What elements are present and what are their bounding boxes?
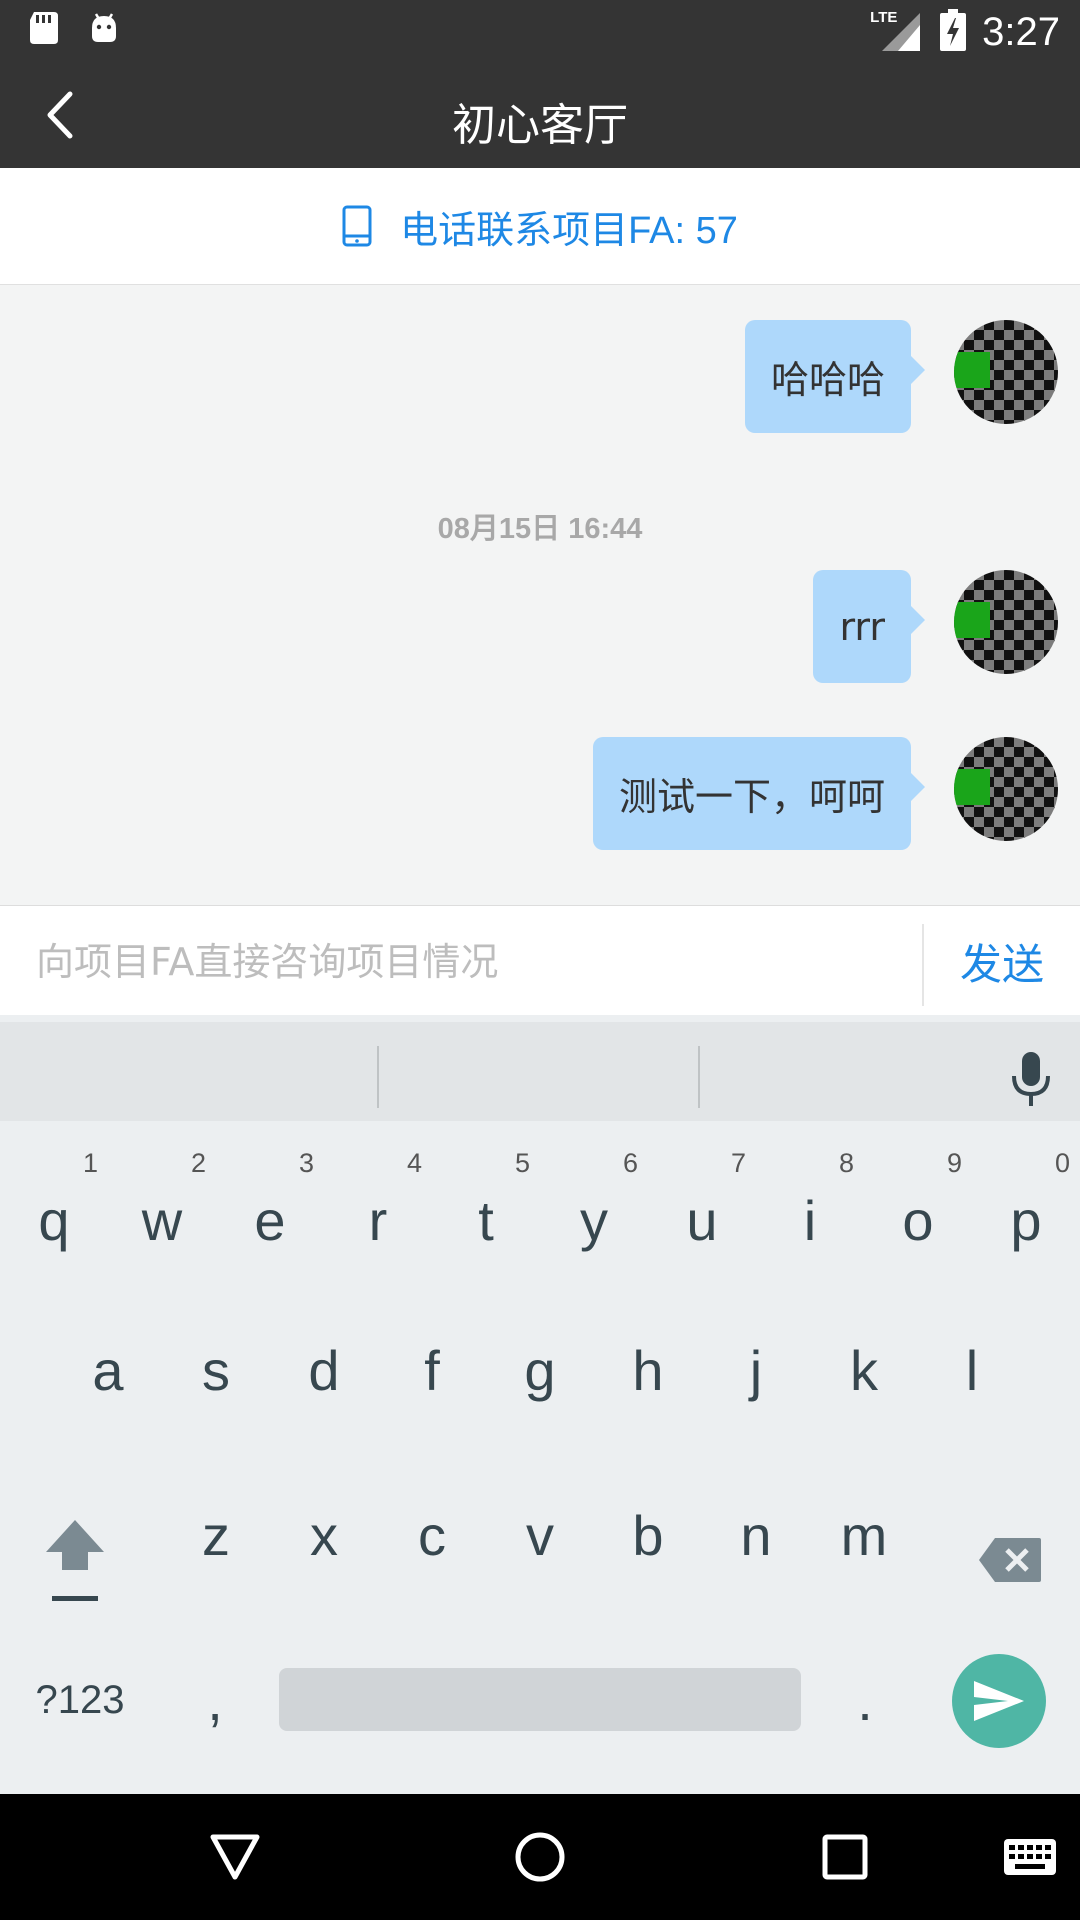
key-d[interactable]: d [270,1310,378,1430]
period-key[interactable]: . [820,1640,910,1760]
nav-home-button[interactable] [495,1814,585,1900]
key-l[interactable]: l [918,1310,1026,1430]
contact-label: 电话联系项目FA: 57 [400,209,738,252]
backspace-icon [979,1538,1041,1582]
phone-contact-button[interactable]: 电话联系项目FA: 57 [0,168,1080,285]
key-y[interactable]: y6 [540,1148,648,1270]
key-hint: 1 [82,1148,98,1178]
key-o[interactable]: o9 [864,1148,972,1270]
avatar[interactable] [954,570,1058,674]
avatar[interactable] [954,320,1058,424]
shift-key[interactable] [20,1500,130,1620]
key-i[interactable]: i8 [756,1148,864,1270]
nav-recents-button[interactable] [800,1814,890,1900]
message-bubble[interactable]: 测试一下，呵呵 [592,737,926,850]
clock: 3:27 [982,9,1060,54]
key-label: t [478,1188,494,1252]
send-arrow-icon [974,1681,1024,1721]
key-hint: 6 [622,1148,638,1178]
key-label: y [580,1188,608,1252]
triangle-back-icon [210,1834,260,1880]
key-hint: 4 [406,1148,422,1178]
key-c[interactable]: c [378,1475,486,1595]
key-label: e [254,1188,286,1252]
square-recents-icon [822,1834,868,1880]
message-composer: 发送 [0,905,1080,1015]
key-label: p [1010,1188,1042,1252]
key-hint: 8 [838,1148,854,1178]
signal-icon: LTE [870,9,924,53]
key-label: u [686,1188,718,1252]
navigation-bar [0,1794,1080,1920]
key-hint: 0 [1054,1148,1070,1178]
key-p[interactable]: p0 [972,1148,1080,1270]
status-bar: LTE 3:27 [0,0,1080,63]
keyboard-switch-button[interactable] [985,1814,1075,1900]
key-z[interactable]: z [162,1475,270,1595]
backspace-key[interactable] [960,1500,1060,1620]
key-label: o [902,1188,934,1252]
key-t[interactable]: t5 [432,1148,540,1270]
key-hint: 3 [298,1148,314,1178]
key-m[interactable]: m [810,1475,918,1595]
key-hint: 7 [730,1148,746,1178]
key-label: r [368,1188,388,1252]
key-hint: 2 [190,1148,206,1178]
key-label: q [38,1188,70,1252]
suggestion-divider [698,1046,700,1108]
android-icon [88,12,120,48]
key-b[interactable]: b [594,1475,702,1595]
message-timestamp: 08月15日 16:44 [437,513,643,545]
phone-icon [342,205,372,247]
key-x[interactable]: x [270,1475,378,1595]
key-hint: 5 [514,1148,530,1178]
send-button[interactable]: 发送 [924,906,1080,1016]
key-f[interactable]: f [378,1310,486,1430]
key-e[interactable]: e3 [216,1148,324,1270]
key-h[interactable]: h [594,1310,702,1430]
key-k[interactable]: k [810,1310,918,1430]
avatar[interactable] [954,737,1058,841]
microphone-icon[interactable] [1010,1050,1052,1112]
message-bubble[interactable]: rrr [813,570,925,683]
key-q[interactable]: q1 [0,1148,108,1270]
comma-key[interactable]: , [170,1640,260,1760]
message-bubble[interactable]: 哈哈哈 [744,320,926,433]
key-label: w [141,1188,183,1252]
key-a[interactable]: a [54,1310,162,1430]
key-s[interactable]: s [162,1310,270,1430]
key-g[interactable]: g [486,1310,594,1430]
key-u[interactable]: u7 [648,1148,756,1270]
message-input[interactable] [36,934,896,990]
key-j[interactable]: j [702,1310,810,1430]
sd-card-icon [30,12,58,48]
battery-charging-icon [940,9,967,55]
space-key[interactable] [279,1668,801,1731]
app-screen: LTE 3:27 初心客厅 电话联系项目FA: 57 哈哈哈 08月15日 16… [0,0,1080,1920]
app-bar: 初心客厅 [0,63,1080,168]
key-n[interactable]: n [702,1475,810,1595]
symbols-key[interactable]: ?123 [20,1640,140,1760]
suggestion-divider [377,1046,379,1108]
key-w[interactable]: w2 [108,1148,216,1270]
keyboard-send-key[interactable] [952,1654,1046,1748]
suggestion-strip [0,1022,1080,1121]
key-v[interactable]: v [486,1475,594,1595]
page-title: 初心客厅 [452,100,628,151]
shift-icon [46,1520,104,1601]
key-label: i [803,1188,817,1252]
key-hint: 9 [946,1148,962,1178]
keyboard-icon [1004,1839,1056,1875]
key-r[interactable]: r4 [324,1148,432,1270]
circle-home-icon [515,1832,565,1882]
chat-area[interactable]: 哈哈哈 08月15日 16:44 rrr 测试一下，呵呵 [0,285,1080,905]
nav-back-button[interactable] [190,1814,280,1900]
